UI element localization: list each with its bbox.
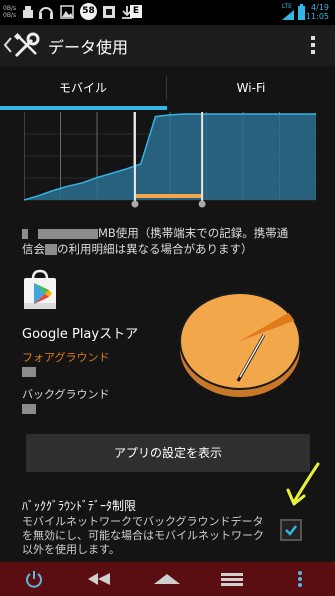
background-restriction-checkbox[interactable]: [280, 519, 302, 541]
app-name: Google Playストア: [22, 327, 139, 342]
status-date: 4/19: [311, 3, 329, 12]
usage-note-line1: MB使用（携帯端末での記録。携帯通: [98, 226, 289, 240]
navigation-bar: [0, 562, 335, 596]
selected-tab-indicator: [0, 106, 167, 110]
background-restriction-description: モバイルネットワークでバックグラウンドデータを無効にし、可能な場合はモバイルネッ…: [22, 515, 264, 556]
upload-speed: 0B/s: [3, 5, 17, 12]
foreground-label: フォアグラウンド: [22, 351, 110, 364]
annotation-arrow-icon: [286, 462, 320, 506]
app-settings-button[interactable]: アプリの設定を表示: [26, 434, 310, 472]
overflow-menu-icon[interactable]: [311, 36, 315, 57]
recent-apps-icon[interactable]: [220, 572, 244, 586]
usage-note: MB使用（携帯端末での記録。携帯通 信会 の利用明細は異なる場合があります）: [22, 225, 327, 257]
background-value-redacted: [22, 404, 36, 414]
back-icon[interactable]: [86, 571, 112, 587]
foreground-value-redacted: [22, 367, 36, 377]
selected-range-bar: [134, 194, 203, 198]
back-chevron-icon[interactable]: [4, 37, 12, 53]
data-usage-chart[interactable]: [24, 112, 316, 208]
battery-icon: [298, 4, 305, 20]
network-type: LTE: [282, 3, 292, 10]
usage-area: [24, 114, 316, 200]
tab-mobile[interactable]: モバイル: [0, 66, 166, 110]
range-start-knob[interactable]: [131, 200, 139, 208]
google-play-store-icon: [24, 269, 56, 309]
android-status-icon: [23, 6, 33, 18]
signal-strength-icon: [282, 10, 294, 20]
wrench-screwdriver-icon: [13, 32, 40, 58]
image-icon: [60, 5, 74, 19]
redacted-value: [22, 228, 28, 239]
network-speed: 0B/s 0B/s: [3, 5, 16, 19]
status-bar: 0B/s 0B/s 58 E LTE 4/19 11:05: [0, 0, 335, 25]
usage-note-line2-prefix: 信会: [22, 242, 45, 256]
page-title: データ使用: [48, 38, 129, 57]
headphones-icon: [39, 7, 53, 19]
tab-wifi[interactable]: Wi-Fi: [167, 66, 335, 110]
redacted-value: [45, 244, 57, 255]
home-icon[interactable]: [152, 572, 182, 586]
e-badge: E: [130, 5, 142, 18]
network-tabs: モバイル Wi-Fi: [0, 66, 335, 110]
checkmark-icon: [285, 525, 297, 536]
app-notification-icon: [103, 6, 115, 18]
action-bar: データ使用: [0, 25, 335, 67]
background-label: バックグラウンド: [22, 388, 110, 401]
status-clock: 4/19 11:05: [306, 3, 329, 21]
menu-icon[interactable]: [297, 570, 303, 588]
status-time: 11:05: [305, 12, 329, 21]
range-end-knob[interactable]: [198, 200, 206, 208]
power-icon[interactable]: [24, 569, 44, 589]
notification-count-badge: 58: [80, 3, 97, 20]
download-speed: 0B/s: [3, 12, 17, 19]
redacted-value: [38, 228, 98, 239]
usage-pie-chart: [179, 292, 301, 397]
background-restriction-title: ﾊﾞｯｸｸﾞﾗｳﾝﾄﾞﾃﾞｰﾀ制限: [22, 499, 137, 513]
usage-note-line2: の利用明細は異なる場合があります）: [57, 242, 253, 256]
